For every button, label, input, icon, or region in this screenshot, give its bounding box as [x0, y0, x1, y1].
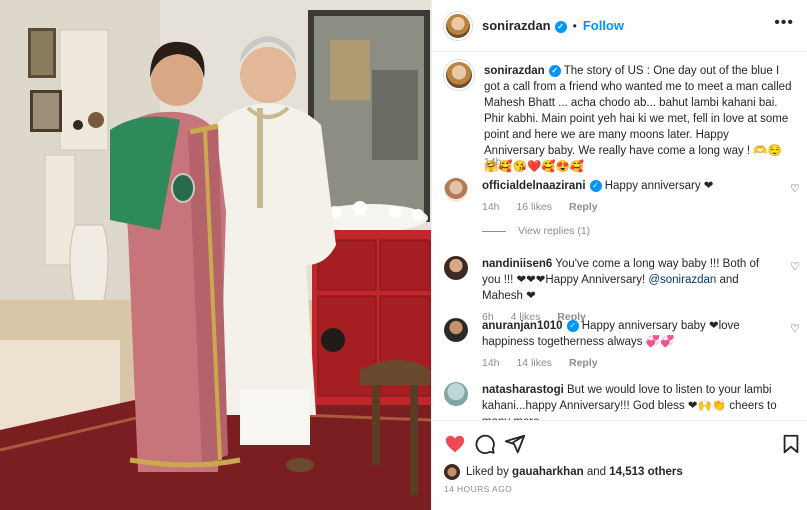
comment-time: 14h	[482, 201, 500, 213]
like-comment-heart-icon[interactable]: ♡	[790, 182, 800, 195]
commenter-username[interactable]: natasharastogi	[482, 384, 564, 396]
mention-link[interactable]: @sonirazdan	[648, 274, 716, 286]
comment-text: Happy anniversary ❤	[604, 180, 714, 192]
likes-summary: Liked by gauaharkhan and 14,513 others	[444, 464, 683, 480]
verified-badge-icon: ✓	[566, 319, 579, 332]
couple-photo-illustration	[0, 0, 431, 510]
post-header: sonirazdan ✓ • Follow •••	[432, 0, 807, 52]
comment-body: officialdelnaazirani ✓ Happy anniversary …	[482, 178, 778, 215]
caption-timestamp: 14h	[484, 156, 502, 168]
action-icons-row	[444, 433, 799, 455]
liker-avatar[interactable]	[444, 464, 460, 480]
commenter-username[interactable]: officialdelnaazirani	[482, 180, 586, 192]
comment-likes[interactable]: 14 likes	[516, 357, 552, 369]
more-options-icon[interactable]: •••	[774, 14, 794, 32]
comment-body: nandiniisen6 You've come a long way baby…	[482, 256, 778, 325]
comment-time: 14h	[482, 357, 500, 369]
bookmark-icon[interactable]	[780, 433, 802, 455]
verified-badge-icon: ✓	[554, 20, 567, 33]
comment-icon[interactable]	[474, 433, 496, 455]
verified-badge-icon: ✓	[548, 64, 561, 77]
reply-button[interactable]: Reply	[569, 357, 598, 369]
author-avatar[interactable]	[444, 11, 472, 40]
comments-section[interactable]: sonirazdan ✓ The story of US : One day ou…	[432, 52, 807, 420]
liked-by-prefix: Liked by	[466, 466, 509, 478]
caption-text: sonirazdan ✓ The story of US : One day ou…	[484, 64, 792, 173]
like-comment-heart-icon[interactable]: ♡	[790, 260, 800, 273]
follow-button[interactable]: Follow	[583, 18, 624, 33]
comment-body: natasharastogi But we would love to list…	[482, 382, 778, 420]
view-replies-label: View replies (1)	[518, 225, 591, 237]
commenter-avatar[interactable]	[444, 256, 468, 280]
caption-avatar[interactable]	[444, 60, 474, 90]
heart-icon[interactable]	[444, 433, 466, 455]
liked-by-others[interactable]: 14,513 others	[609, 466, 683, 478]
post-sidebar: sonirazdan ✓ • Follow ••• sonirazdan ✓ The…	[431, 0, 807, 510]
post-actions: Liked by gauaharkhan and 14,513 others 1…	[432, 420, 807, 510]
divider-line	[482, 230, 506, 232]
comment-likes[interactable]: 16 likes	[516, 201, 552, 213]
comment-body: anuranjan1010 ✓ Happy anniversary baby ❤l…	[482, 318, 778, 371]
comment-meta: 14h 14 likes Reply	[482, 355, 778, 371]
caption-username[interactable]: sonirazdan ✓	[484, 64, 561, 77]
verified-badge-icon: ✓	[589, 179, 602, 192]
post-photo[interactable]	[0, 0, 431, 510]
commenter-avatar[interactable]	[444, 178, 468, 202]
commenter-avatar[interactable]	[444, 382, 468, 406]
commenter-username[interactable]: nandiniisen6	[482, 258, 552, 270]
commenter-username[interactable]: anuranjan1010	[482, 320, 563, 332]
separator-dot: •	[572, 18, 577, 33]
reply-button[interactable]: Reply	[569, 201, 598, 213]
liked-by-and: and	[586, 466, 607, 478]
like-comment-heart-icon[interactable]: ♡	[790, 322, 800, 335]
commenter-avatar[interactable]	[444, 318, 468, 342]
share-icon[interactable]	[504, 433, 526, 455]
post-timestamp: 14 HOURS AGO	[444, 484, 513, 494]
view-replies-button[interactable]: View replies (1)	[482, 225, 590, 237]
comment-meta: 14h 16 likes Reply	[482, 199, 778, 215]
author-username[interactable]: sonirazdan ✓	[482, 18, 567, 33]
liked-by-user[interactable]: gauaharkhan	[512, 466, 584, 478]
